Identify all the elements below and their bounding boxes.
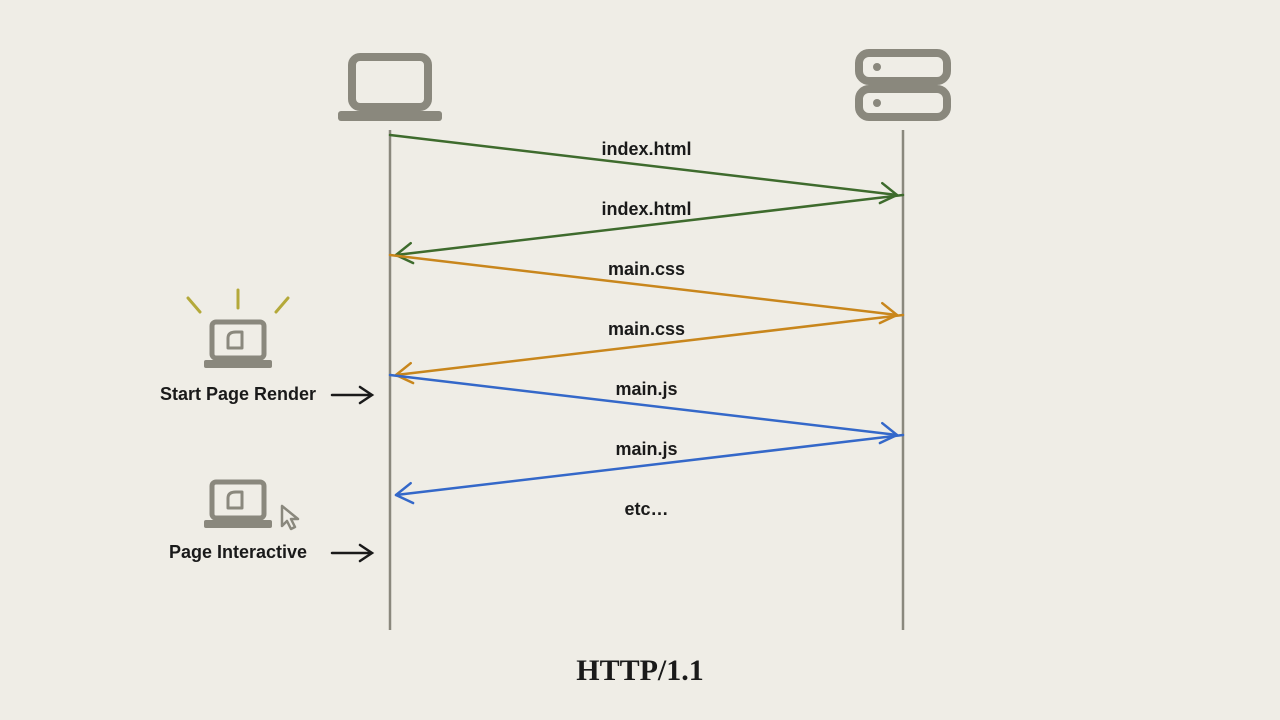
milestone-render: Start Page Render xyxy=(160,290,372,404)
milestone-interactive: Page Interactive xyxy=(169,482,372,562)
milestone-label: Start Page Render xyxy=(160,384,316,404)
diagram-title: HTTP/1.1 xyxy=(576,654,704,687)
message-label: etc… xyxy=(624,499,668,519)
milestone-arrow xyxy=(332,545,372,561)
laptop-interactive-icon xyxy=(204,482,298,529)
message-label: index.html xyxy=(601,199,691,219)
laptop-render-icon xyxy=(188,290,288,368)
laptop-icon xyxy=(338,57,442,121)
server-icon xyxy=(859,53,947,117)
cursor-icon xyxy=(282,506,298,529)
message-label: main.css xyxy=(608,259,685,279)
message-label: main.css xyxy=(608,319,685,339)
milestone-label: Page Interactive xyxy=(169,542,307,562)
sparkle-icon xyxy=(188,290,288,312)
message-label: main.js xyxy=(615,439,677,459)
message-label: main.js xyxy=(615,379,677,399)
message-label: index.html xyxy=(601,139,691,159)
milestone-arrow xyxy=(332,387,372,403)
sequence-diagram: index.html index.html main.css main.css main… xyxy=(0,0,1280,720)
message-arrows: index.html index.html main.css main.css main… xyxy=(390,135,903,519)
